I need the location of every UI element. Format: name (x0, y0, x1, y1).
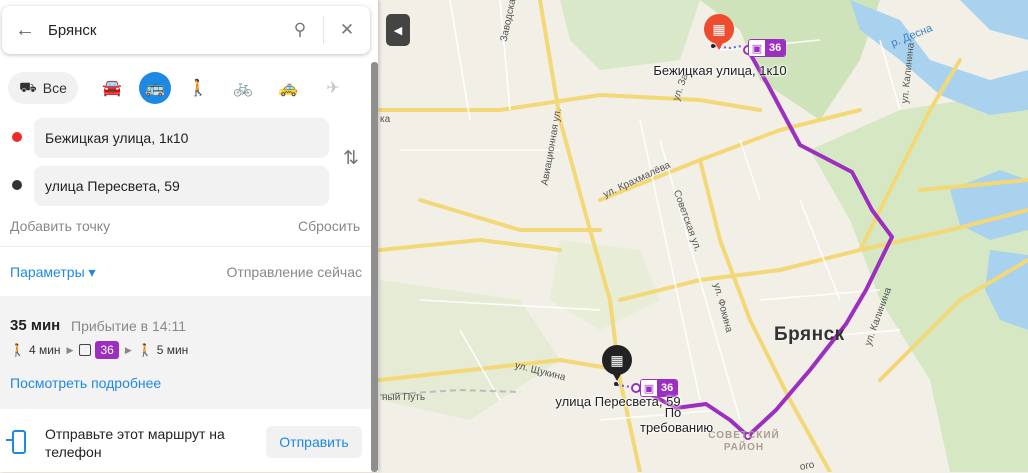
walk-start-duration: 4 мин (28, 343, 61, 357)
bus-icon: 🚌 (145, 80, 165, 97)
street-label: ка (380, 114, 391, 125)
scrollbar[interactable] (371, 62, 378, 472)
bicycle-icon: 🚲 (233, 80, 253, 97)
mode-transit-button[interactable]: 🚌 (139, 72, 171, 104)
from-point-dot (12, 132, 22, 142)
from-field[interactable]: Бежицкая улица, 1к10 (34, 118, 329, 158)
street-label: ный Путь (382, 392, 426, 403)
building-icon: ▦ (610, 351, 624, 368)
end-stop-marker (631, 383, 641, 393)
mode-walk-button[interactable]: 🚶 (180, 72, 216, 104)
on-request-label: По требованию (640, 405, 714, 435)
mode-plane-button[interactable]: ✈ (315, 72, 351, 104)
route-result-card[interactable]: 35 мин Прибытие в 14:11 🚶 4 мин ▶ 36 ▶ 🚶… (0, 296, 371, 409)
pedestrian-icon: 🚶 (137, 343, 153, 357)
start-place-label: Бежицкая улица, 1к10 (653, 63, 787, 78)
close-icon[interactable]: ✕ (324, 20, 370, 40)
plane-icon: ✈ (326, 80, 340, 97)
mode-all-button[interactable]: ⛟ Все (8, 72, 78, 104)
chevron-right-icon: ▶ (66, 344, 74, 355)
transport-modes: ⛟ Все 🚘 🚌 🚶 🚲 🚕 ✈ (8, 72, 360, 104)
route-panel: ← Брянск ⚲ ✕ ⛟ Все 🚘 🚌 🚶 🚲 🚕 ✈ Бежицкая … (0, 0, 378, 472)
pedestrian-icon: 🚶 (188, 80, 208, 97)
mode-all-label: Все (42, 80, 67, 96)
send-to-phone-section: Отправьте этот маршрут на телефон Отправ… (0, 415, 371, 472)
to-field[interactable]: улица Пересвета, 59 (34, 166, 329, 206)
divider (0, 246, 371, 247)
search-input[interactable]: Брянск (48, 22, 277, 39)
walk-end-duration: 5 мин (156, 343, 189, 357)
bus-number-badge: 36 (95, 341, 119, 359)
arrival-time: Прибытие в 14:11 (71, 318, 186, 334)
district-label: СОВЕТСКИЙ РАЙОН (708, 430, 780, 453)
building-icon: ▦ (712, 20, 726, 37)
bus-route-badge-start[interactable]: ▣ 36 (748, 39, 787, 57)
to-point-dot (12, 180, 22, 190)
bus-icon (79, 344, 92, 356)
pedestrian-icon: 🚶 (10, 343, 25, 357)
departure-time-button[interactable]: Отправление сейчас (227, 264, 362, 280)
reset-button[interactable]: Сбросить (298, 218, 360, 234)
search-bar: ← Брянск ⚲ ✕ (2, 6, 370, 54)
parameters-dropdown[interactable]: Параметры ▾ (10, 264, 96, 281)
bus-icon: ▣ (749, 40, 765, 56)
taxi-icon: 🚕 (278, 80, 298, 97)
mode-car-button[interactable]: 🚘 (94, 72, 130, 104)
send-to-phone-text: Отправьте этот маршрут на телефон (45, 426, 225, 460)
city-label: Брянск (774, 324, 845, 345)
send-button[interactable]: Отправить (266, 426, 362, 458)
car-icon: 🚘 (102, 80, 122, 97)
mode-bike-button[interactable]: 🚲 (225, 72, 261, 104)
mode-taxi-button[interactable]: 🚕 (270, 72, 306, 104)
route-steps: 🚶 4 мин ▶ 36 ▶ 🚶 5 мин (10, 341, 188, 359)
end-point-pin[interactable]: ▦ (602, 345, 632, 381)
start-point-pin[interactable]: ▦ (704, 14, 734, 50)
multi-transport-icon: ⛟ (19, 78, 37, 95)
view-details-link[interactable]: Посмотреть подробнее (10, 375, 161, 391)
collapse-panel-button[interactable]: ◀ (386, 14, 410, 46)
chevron-left-icon: ◀ (393, 24, 403, 37)
swap-points-icon[interactable]: ⇅ (343, 147, 359, 170)
search-icon[interactable]: ⚲ (277, 20, 323, 40)
back-arrow-icon[interactable]: ← (2, 19, 48, 42)
add-point-button[interactable]: Добавить точку (10, 218, 110, 234)
route-duration: 35 мин (10, 317, 61, 334)
phone-icon (6, 430, 26, 454)
chevron-right-icon: ▶ (124, 344, 132, 355)
